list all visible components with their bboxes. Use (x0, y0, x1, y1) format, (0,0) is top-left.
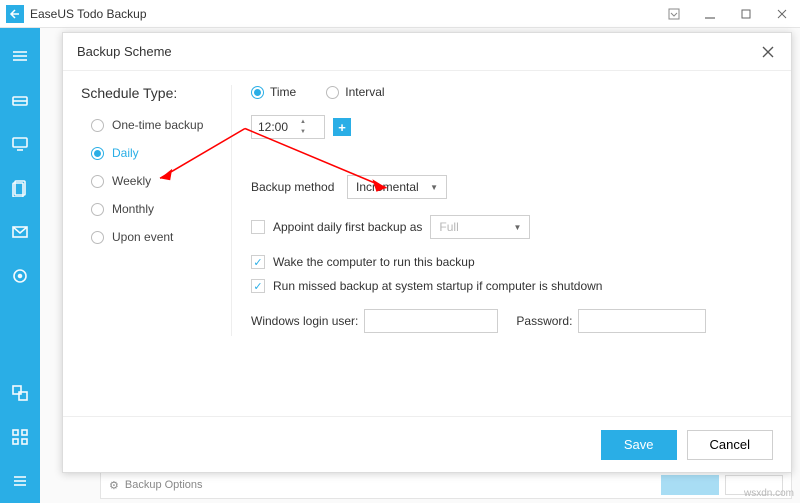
bg-options-label: Backup Options (125, 479, 203, 491)
mail-backup-icon[interactable] (0, 210, 40, 254)
mode-time-radio[interactable]: Time (251, 85, 296, 99)
backup-method-label: Backup method (251, 180, 347, 194)
watermark: wsxdn.com (744, 488, 794, 499)
spinner-down-icon: ▼ (288, 127, 318, 137)
window-close-icon[interactable] (764, 0, 800, 28)
chevron-down-icon: ▼ (430, 183, 438, 192)
dropdown-value: Incremental (356, 180, 430, 194)
dropdown-value: Full (439, 220, 513, 234)
app-logo-icon (6, 5, 24, 23)
sidebar (0, 28, 40, 503)
window-minimize-icon[interactable] (692, 0, 728, 28)
gear-icon: ⚙ (109, 479, 119, 492)
backup-method-dropdown[interactable]: Incremental ▼ (347, 175, 447, 199)
button-label: Save (624, 437, 654, 452)
run-missed-checkbox[interactable] (251, 279, 265, 293)
schedule-monthly[interactable]: Monthly (81, 195, 231, 223)
backup-scheme-modal: Backup Scheme Schedule Type: One-time ba… (62, 32, 792, 473)
clone-icon[interactable] (0, 371, 40, 415)
help-dropdown-icon[interactable] (656, 0, 692, 28)
background-options-bar: ⚙ Backup Options (100, 471, 792, 499)
wake-label: Wake the computer to run this backup (273, 255, 475, 269)
spinner-up-icon: ▲ (288, 117, 318, 127)
menu-icon[interactable] (0, 34, 40, 78)
system-backup-icon[interactable] (0, 122, 40, 166)
login-user-input[interactable] (364, 309, 498, 333)
add-time-button[interactable]: + (333, 118, 351, 136)
schedule-daily[interactable]: Daily (81, 139, 231, 167)
chevron-down-icon: ▼ (514, 223, 522, 232)
schedule-label: Monthly (112, 202, 154, 216)
schedule-upon-event[interactable]: Upon event (81, 223, 231, 251)
appoint-dropdown[interactable]: Full ▼ (430, 215, 530, 239)
close-icon[interactable] (759, 43, 777, 61)
button-label: Cancel (710, 437, 750, 452)
tools-icon[interactable] (0, 415, 40, 459)
run-missed-label: Run missed backup at system startup if c… (273, 279, 602, 293)
time-spinner[interactable]: ▲▼ (288, 117, 318, 137)
login-user-label: Windows login user: (251, 314, 358, 328)
schedule-one-time[interactable]: One-time backup (81, 111, 231, 139)
window-maximize-icon[interactable] (728, 0, 764, 28)
appoint-checkbox[interactable] (251, 220, 265, 234)
cancel-button[interactable]: Cancel (687, 430, 773, 460)
schedule-label: Upon event (112, 230, 173, 244)
modal-title: Backup Scheme (77, 44, 172, 59)
schedule-label: Weekly (112, 174, 151, 188)
logs-icon[interactable] (0, 459, 40, 503)
mode-label: Interval (345, 85, 384, 99)
time-value: 12:00 (258, 120, 288, 134)
schedule-label: Daily (112, 146, 139, 160)
password-label: Password: (516, 314, 572, 328)
smart-backup-icon[interactable] (0, 254, 40, 298)
save-button[interactable]: Save (601, 430, 677, 460)
wake-checkbox[interactable] (251, 255, 265, 269)
schedule-type-heading: Schedule Type: (81, 85, 231, 101)
mode-interval-radio[interactable]: Interval (326, 85, 384, 99)
app-title: EaseUS Todo Backup (30, 7, 147, 21)
schedule-label: One-time backup (112, 118, 203, 132)
window-titlebar: EaseUS Todo Backup (0, 0, 800, 28)
disk-backup-icon[interactable] (0, 78, 40, 122)
appoint-label: Appoint daily first backup as (273, 220, 422, 234)
file-backup-icon[interactable] (0, 166, 40, 210)
schedule-weekly[interactable]: Weekly (81, 167, 231, 195)
password-input[interactable] (578, 309, 706, 333)
bg-primary-button (661, 475, 719, 495)
time-input[interactable]: 12:00 ▲▼ (251, 115, 325, 139)
mode-label: Time (270, 85, 296, 99)
